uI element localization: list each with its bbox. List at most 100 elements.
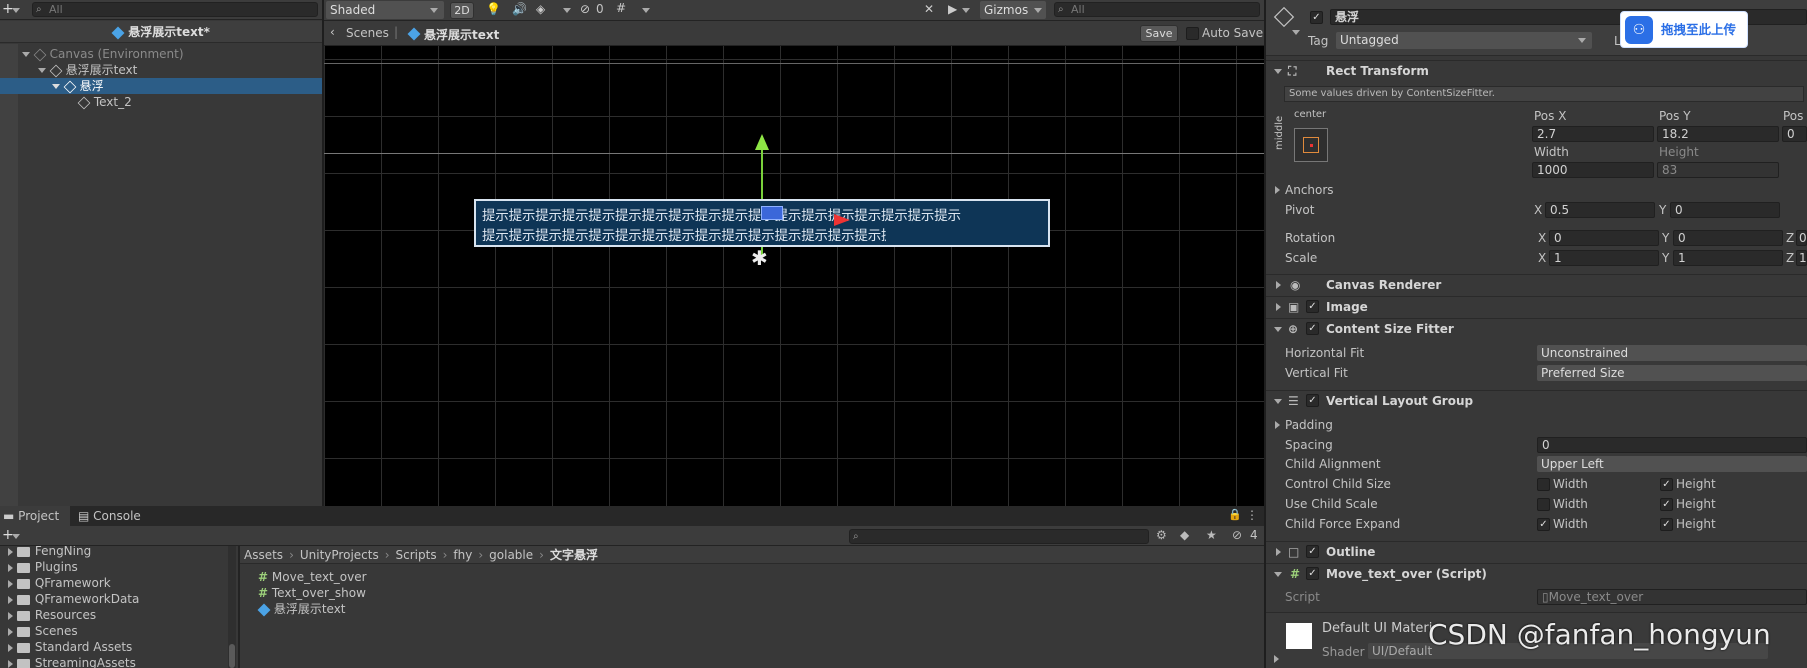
y-axis-arrow-icon[interactable]	[755, 134, 769, 150]
outline-enabled-checkbox[interactable]: ✓	[1306, 545, 1319, 558]
toggle-2d-button[interactable]: 2D	[450, 2, 474, 19]
rect-transform-header[interactable]: ⛶ Rect Transform	[1266, 60, 1807, 80]
pos-z-field[interactable]: 0	[1782, 126, 1807, 142]
effects-icon[interactable]: ◈	[536, 2, 545, 16]
csf-enabled-checkbox[interactable]: ✓	[1306, 322, 1319, 335]
pivot-icon[interactable]: ✱	[751, 246, 768, 270]
hierarchy-item-xuanfu[interactable]: 悬浮	[52, 78, 104, 94]
scene-viewport[interactable]: 提示提示提示提示提示提示提示提示提示提示提示提示提示提示提示提示提示提示 提示提…	[324, 46, 1264, 506]
material-preview[interactable]	[1286, 623, 1312, 649]
grid-dropdown-icon[interactable]	[642, 8, 650, 13]
save-button[interactable]: Save	[1140, 25, 1178, 42]
back-icon[interactable]: ‹	[330, 25, 335, 39]
hierarchy-item-selected[interactable]	[0, 78, 322, 94]
outline-header[interactable]: □ ✓ Outline	[1266, 541, 1807, 561]
pivot-y-field[interactable]: 0	[1670, 202, 1780, 218]
project-search-input[interactable]: ⌕	[849, 529, 1149, 544]
expand-icon[interactable]	[22, 52, 30, 57]
menu-icon[interactable]: ⋮	[1246, 508, 1258, 522]
asset-item[interactable]: # Text_over_show	[258, 586, 366, 601]
vertical-layout-group-header[interactable]: ☰ ✓ Vertical Layout Group	[1266, 390, 1807, 410]
scale-x-field[interactable]: 1	[1549, 250, 1659, 266]
script-component-header[interactable]: # ✓ Move_text_over (Script)	[1266, 563, 1807, 583]
gizmos-dropdown[interactable]: Gizmos	[980, 1, 1046, 19]
horizontal-fit-dropdown[interactable]: Unconstrained	[1537, 345, 1807, 361]
hidden-packages-icon[interactable]: ⊘	[1232, 528, 1242, 542]
collapse-icon[interactable]	[1274, 572, 1282, 577]
tag-dropdown[interactable]: Untagged	[1336, 32, 1592, 49]
expand-icon[interactable]	[1275, 421, 1280, 429]
ucs-height-checkbox[interactable]: ✓	[1660, 498, 1673, 511]
hierarchy-item-prefab-root[interactable]: 悬浮展示text	[38, 62, 137, 78]
tab-console[interactable]: ▤ Console	[78, 506, 158, 526]
hidden-objects-icon[interactable]: ⊘	[580, 2, 590, 16]
hierarchy-item-text2[interactable]: Text_2	[77, 94, 132, 110]
pos-y-field[interactable]: 18.2	[1657, 126, 1779, 142]
lighting-icon[interactable]: 💡	[486, 2, 501, 16]
effects-dropdown-icon[interactable]	[563, 8, 571, 13]
filter-label-icon[interactable]: ◆	[1180, 528, 1189, 542]
vlg-enabled-checkbox[interactable]: ✓	[1306, 394, 1319, 407]
camera-dropdown-icon[interactable]	[962, 8, 970, 13]
lock-icon[interactable]: 🔒	[1228, 508, 1242, 521]
rotation-y-field[interactable]: 0	[1673, 230, 1783, 246]
icon-dropdown-icon[interactable]	[1292, 30, 1300, 35]
path-segment[interactable]: UnityProjects	[300, 548, 379, 562]
tree-scrollbar[interactable]	[228, 546, 236, 668]
x-axis-arrow-icon[interactable]	[834, 214, 850, 226]
add-dropdown-icon[interactable]	[12, 534, 20, 539]
width-field[interactable]: 1000	[1532, 162, 1654, 178]
expand-icon[interactable]	[1276, 281, 1281, 289]
camera-icon[interactable]: ▶	[948, 2, 957, 16]
tools-icon[interactable]: ✕	[924, 2, 934, 16]
anchors-label[interactable]: Anchors	[1285, 182, 1334, 198]
favorite-icon[interactable]: ★	[1206, 528, 1217, 542]
content-size-fitter-header[interactable]: ⊕ ✓ Content Size Fitter	[1266, 318, 1807, 338]
breadcrumb-scenes[interactable]: Scenes	[346, 26, 389, 40]
ccs-width-checkbox[interactable]	[1537, 478, 1550, 491]
hierarchy-item-canvas[interactable]: Canvas (Environment)	[22, 46, 184, 62]
anchor-preset-button[interactable]	[1294, 128, 1328, 162]
expand-icon[interactable]	[1274, 655, 1279, 663]
cfe-height-checkbox[interactable]: ✓	[1660, 518, 1673, 531]
pivot-x-field[interactable]: 0.5	[1545, 202, 1655, 218]
folder-item[interactable]: StreamingAssets	[8, 656, 136, 668]
canvas-renderer-header[interactable]: ◉ Canvas Renderer	[1266, 274, 1807, 294]
ccs-height-checkbox[interactable]: ✓	[1660, 478, 1673, 491]
rotation-z-field[interactable]: 0	[1796, 230, 1807, 246]
expand-icon[interactable]	[1276, 303, 1281, 311]
active-checkbox[interactable]: ✓	[1310, 11, 1323, 24]
grid-icon[interactable]: #	[616, 1, 626, 15]
pos-x-field[interactable]: 2.7	[1532, 126, 1654, 142]
audio-icon[interactable]: 🔊	[512, 2, 527, 16]
asset-item[interactable]: 悬浮展示text	[257, 602, 346, 617]
spacing-field[interactable]: 0	[1537, 437, 1807, 453]
ucs-width-checkbox[interactable]	[1537, 498, 1550, 511]
expand-icon[interactable]	[38, 68, 46, 73]
upload-button[interactable]: ⚇ 拖拽至此上传	[1620, 11, 1748, 48]
hierarchy-search-input[interactable]: ⌕ All	[32, 2, 318, 17]
cfe-width-checkbox[interactable]: ✓	[1537, 518, 1550, 531]
vertical-fit-dropdown[interactable]: Preferred Size	[1537, 365, 1807, 381]
path-segment[interactable]: golable	[489, 548, 533, 562]
path-segment[interactable]: Scripts	[396, 548, 437, 562]
add-dropdown-icon[interactable]	[12, 8, 20, 13]
child-alignment-dropdown[interactable]: Upper Left	[1537, 456, 1807, 472]
expand-icon[interactable]	[52, 84, 60, 89]
folder-item[interactable]: Resources	[8, 608, 96, 623]
tab-project[interactable]: ▬ Project	[0, 506, 70, 526]
padding-label[interactable]: Padding	[1285, 417, 1333, 433]
scale-z-field[interactable]: 1	[1796, 250, 1807, 266]
folder-item[interactable]: FengNing	[8, 546, 91, 559]
breadcrumb-prefab[interactable]: 悬浮展示text	[424, 26, 499, 43]
folder-item[interactable]: QFramework	[8, 576, 111, 591]
move-center-handle[interactable]	[761, 206, 783, 220]
shading-dropdown[interactable]: Shaded	[326, 1, 444, 19]
folder-item[interactable]: QFrameworkData	[8, 592, 139, 607]
collapse-icon[interactable]	[1274, 399, 1282, 404]
path-segment[interactable]: fhy	[453, 548, 472, 562]
image-enabled-checkbox[interactable]: ✓	[1306, 300, 1319, 313]
scene-search-input[interactable]: ⌕ All	[1054, 2, 1260, 17]
path-segment[interactable]: Assets	[244, 548, 283, 562]
collapse-icon[interactable]	[1274, 69, 1282, 74]
